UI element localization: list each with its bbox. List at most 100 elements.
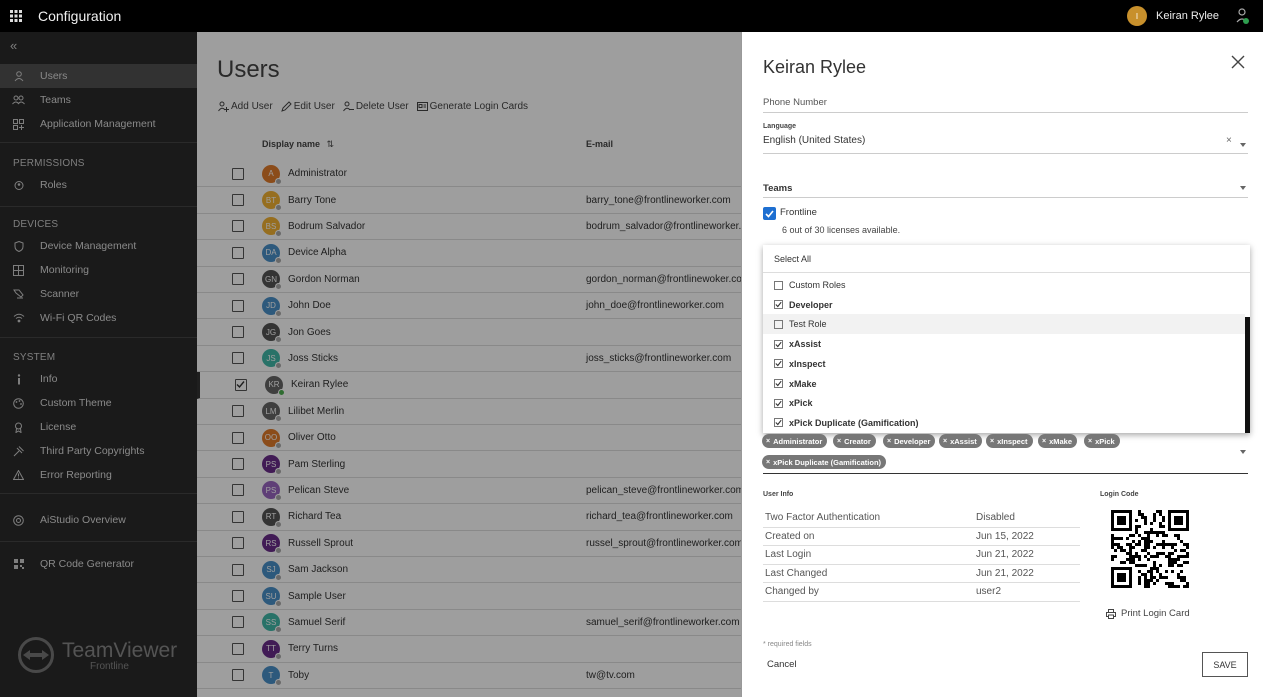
column-header-email[interactable]: E-mail [586,139,613,149]
column-header-display-name[interactable]: Display name ⇅ [262,139,334,150]
remove-chip-icon[interactable]: × [943,438,947,445]
remove-chip-icon[interactable]: × [837,438,841,445]
table-row[interactable]: JD John Doe john_doe@frontlineworker.com [197,293,741,320]
role-option[interactable]: Developer [763,295,1245,315]
row-checkbox[interactable] [232,537,244,550]
row-checkbox[interactable] [232,246,244,259]
clear-icon[interactable]: × [1226,135,1232,146]
table-row[interactable]: RS Russell Sprout russel_sprout@frontlinew… [197,531,741,557]
user-menu[interactable]: I Keiran Rylee [1127,0,1249,32]
checked-box-icon[interactable] [774,418,783,428]
table-row[interactable]: SS Samuel Serif samuel_serif@frontlinework… [197,610,741,637]
chevron-down-icon[interactable] [1240,143,1246,147]
sidebar-item-scanner[interactable]: Scanner [0,282,197,306]
unchecked-box-icon[interactable] [774,319,783,329]
row-checkbox[interactable] [232,405,244,418]
row-checkbox[interactable] [232,299,244,312]
row-checkbox[interactable] [232,326,244,339]
role-chip[interactable]: × xPick Duplicate (Gamification) [762,455,887,469]
table-row[interactable]: TT Terry Turns [197,636,741,663]
role-chip[interactable]: × Administrator [762,434,828,448]
roles-chevron-down-icon[interactable] [1240,450,1246,454]
close-icon[interactable] [1229,53,1247,71]
sidebar-item-roles[interactable]: Roles [0,173,197,197]
remove-chip-icon[interactable]: × [887,438,891,445]
teams-chevron-down-icon[interactable] [1240,186,1246,190]
role-chip[interactable]: × xMake [1038,434,1078,448]
language-select[interactable]: English (United States) [763,135,865,146]
sidebar-item-aistudio-overview[interactable]: AiStudio Overview [0,508,197,532]
role-option[interactable]: xMake [763,374,1245,394]
role-option[interactable]: xPick [763,393,1245,413]
table-row[interactable]: LM Lilibet Merlin [197,399,741,425]
save-button[interactable]: SAVE [1202,652,1248,677]
sidebar-item-teams[interactable]: Teams [0,88,197,112]
table-row[interactable]: BS Bodrum Salvador bodrum_salvador@frontli… [197,214,741,241]
sidebar-item-device-management[interactable]: Device Management [0,234,197,258]
role-option[interactable]: xAssist [763,334,1245,354]
row-checkbox[interactable] [232,352,244,365]
role-option[interactable]: Custom Roles [763,275,1245,295]
checked-box-icon[interactable] [774,339,783,349]
table-row[interactable]: DA Device Alpha [197,240,741,267]
table-row[interactable]: JS Joss Sticks joss_sticks@frontlineworker… [197,346,741,373]
sidebar-item-monitoring[interactable]: Monitoring [0,258,197,282]
table-row[interactable]: JG Jon Goes [197,319,741,346]
generate-login-cards-button[interactable]: Generate Login Cards [416,101,528,112]
checked-box-icon[interactable] [774,379,783,388]
role-chip[interactable]: × xInspect [986,434,1033,448]
apps-grid-icon[interactable] [0,0,32,32]
select-all-option[interactable]: Select All [763,245,1250,273]
sidebar-item-info[interactable]: Info [0,367,197,391]
row-checkbox[interactable] [232,194,244,207]
remove-chip-icon[interactable]: × [1042,438,1046,445]
sidebar-item-users[interactable]: Users [0,64,197,88]
row-checkbox[interactable] [232,510,244,523]
row-checkbox[interactable] [232,590,244,603]
row-checkbox[interactable] [232,616,244,629]
table-row[interactable]: SU Sample User [197,583,741,610]
table-row[interactable]: PS Pam Sterling [197,451,741,478]
role-chip[interactable]: × Creator [833,434,876,448]
cancel-button[interactable]: Cancel [767,659,797,670]
sidebar-item-error-reporting[interactable]: Error Reporting [0,463,197,487]
unchecked-box-icon[interactable] [774,280,783,290]
collapse-sidebar-icon[interactable]: « [10,38,17,53]
sidebar-item-third-party-copyrights[interactable]: Third Party Copyrights [0,439,197,463]
table-row[interactable]: PS Pelican Steve pelican_steve@frontlinewo… [197,478,741,505]
row-checkbox[interactable] [235,378,247,391]
row-checkbox[interactable] [232,484,244,497]
print-login-card-button[interactable]: Print Login Card [1106,608,1190,619]
role-chip[interactable]: × xAssist [939,434,982,448]
table-row[interactable]: OO Oliver Otto [197,425,741,452]
avatar[interactable]: I [1127,6,1148,26]
table-row[interactable]: KR Keiran Rylee [197,372,741,399]
role-option[interactable]: Test Role [763,314,1245,335]
checked-box-icon[interactable] [774,300,783,310]
row-checkbox[interactable] [232,431,244,444]
table-row[interactable]: RT Richard Tea richard_tea@frontlineworker… [197,504,741,531]
sidebar-item-qr-code-generator[interactable]: QR Code Generator [0,552,197,576]
row-checkbox[interactable] [232,669,244,682]
checked-box-icon[interactable] [774,359,783,369]
scrollbar[interactable] [1245,317,1250,433]
row-checkbox[interactable] [232,167,244,180]
row-checkbox[interactable] [232,458,244,471]
delete-user-button[interactable]: Delete User [342,101,409,112]
phone-number-field[interactable]: Phone Number [763,97,827,108]
sidebar-item-license[interactable]: License [0,415,197,439]
user-name[interactable]: Keiran Rylee [1156,10,1219,22]
role-option[interactable]: xPick Duplicate (Gamification) [763,413,1245,433]
remove-chip-icon[interactable]: × [766,459,770,466]
table-row[interactable]: BT Barry Tone barry_tone@frontlineworker.c… [197,187,741,214]
role-chip[interactable]: × xPick [1084,434,1120,448]
sidebar-item-custom-theme[interactable]: Custom Theme [0,391,197,415]
sidebar-item-application-management[interactable]: Application Management [0,112,197,136]
role-chip[interactable]: × Developer [883,434,936,448]
remove-chip-icon[interactable]: × [766,438,770,445]
table-row[interactable]: A Administrator [197,161,741,188]
checked-box-icon[interactable] [774,398,783,408]
edit-user-button[interactable]: Edit User [280,101,335,112]
role-option[interactable]: xInspect [763,354,1245,374]
add-user-button[interactable]: Add User [218,101,273,112]
